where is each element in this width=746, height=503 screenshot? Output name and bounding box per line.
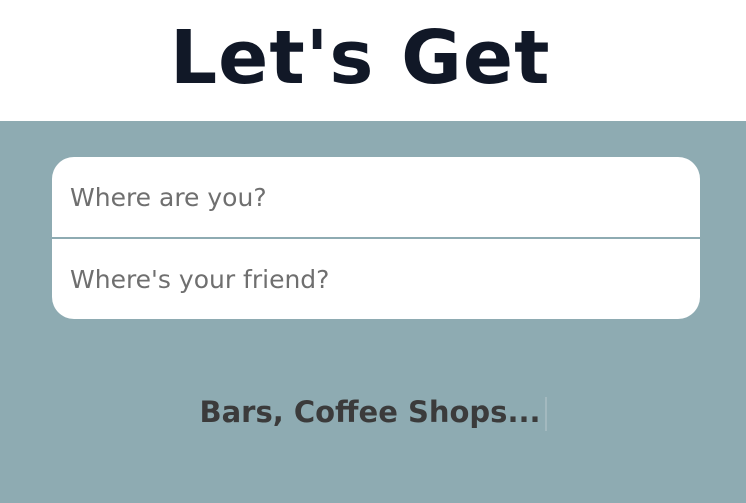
page: Let's Get Bars, Coffee Shops...	[0, 0, 746, 503]
your-location-input[interactable]	[52, 157, 700, 237]
search-panel: Bars, Coffee Shops...	[0, 121, 746, 503]
typewriter-line: Bars, Coffee Shops...	[0, 395, 746, 431]
location-form	[52, 157, 700, 319]
typewriter-text: Bars, Coffee Shops...	[199, 395, 541, 429]
text-cursor	[544, 397, 547, 431]
page-title: Let's Get	[170, 15, 551, 101]
friend-location-input[interactable]	[52, 239, 700, 319]
header: Let's Get	[0, 0, 746, 121]
